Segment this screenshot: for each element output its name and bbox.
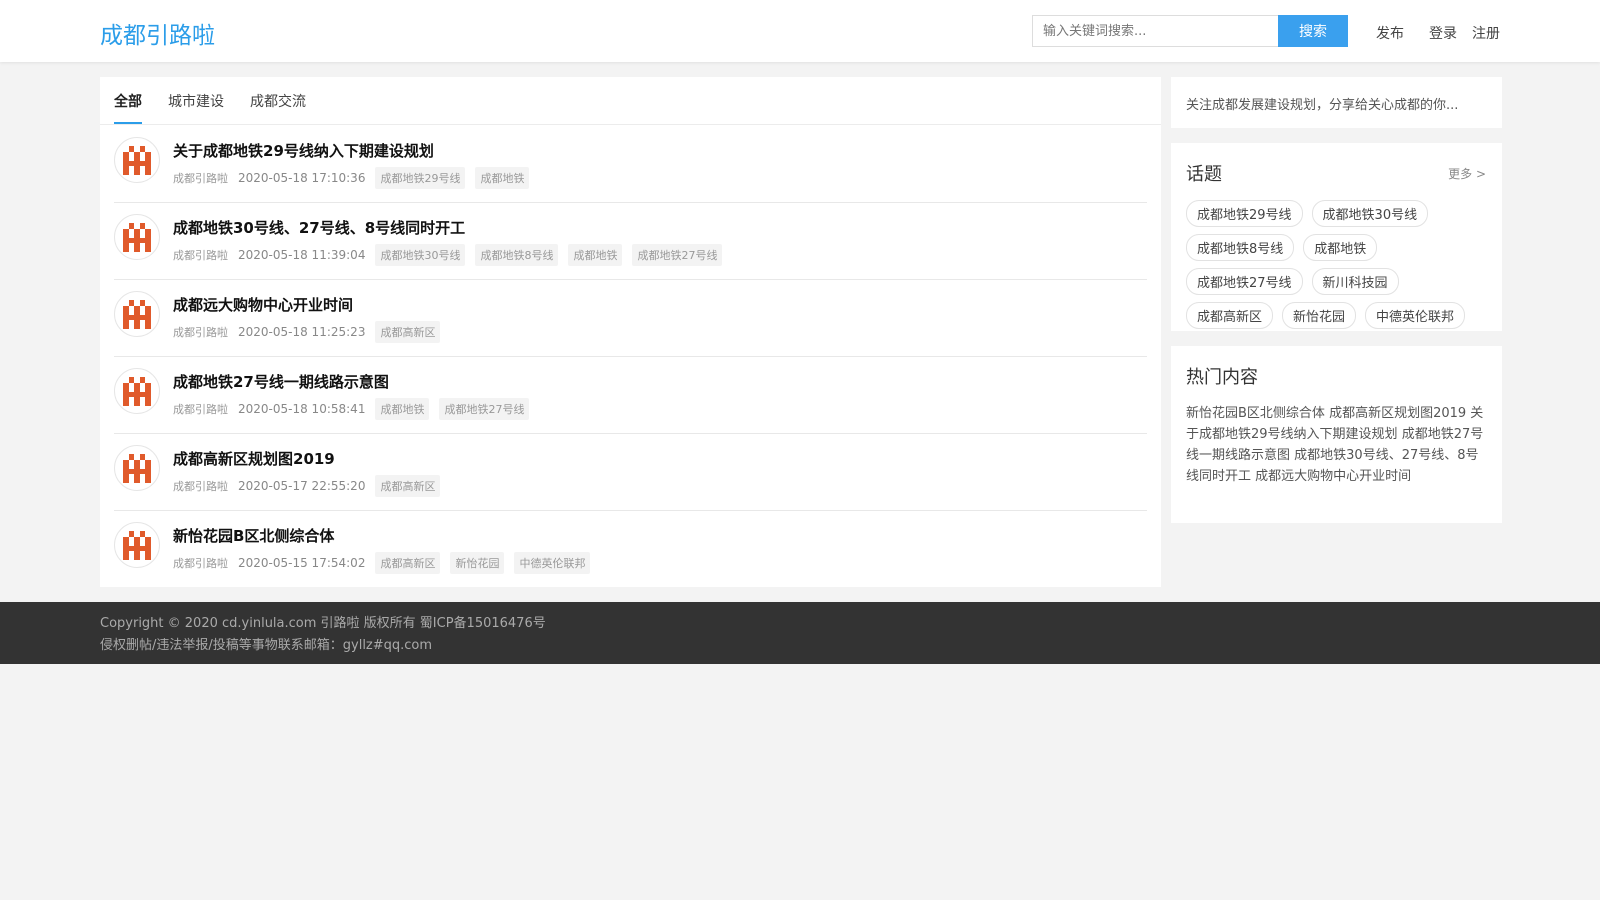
post-tag[interactable]: 成都高新区 [375, 321, 441, 343]
post-list-panel: 全部 城市建设 成都交流 关于成都地铁29号线纳入下期建设规划 成都引路啦 20… [100, 77, 1161, 587]
post-row: 成都地铁27号线一期线路示意图 成都引路啦 2020-05-18 10:58:4… [114, 356, 1147, 434]
tab-all[interactable]: 全部 [114, 91, 142, 124]
post-title[interactable]: 成都远大购物中心开业时间 [173, 294, 353, 315]
tab-chengdu-exchange[interactable]: 成都交流 [250, 91, 306, 122]
post-title[interactable]: 新怡花园B区北侧综合体 [173, 525, 334, 546]
post-tag[interactable]: 成都地铁27号线 [439, 398, 530, 420]
topic-tag[interactable]: 新怡花园 [1282, 302, 1357, 329]
topic-tag[interactable]: 新川科技园 [1311, 268, 1399, 295]
topic-tag[interactable]: 成都地铁27号线 [1186, 268, 1303, 295]
topic-tag[interactable]: 成都高新区 [1186, 302, 1274, 329]
post-meta: 成都引路啦 2020-05-18 17:10:36 成都地铁29号线 成都地铁 [173, 167, 539, 189]
post-author[interactable]: 成都引路啦 [173, 478, 228, 494]
author-avatar[interactable] [114, 291, 160, 337]
hot-content-link[interactable]: 新怡花园B区北侧综合体 [1186, 406, 1325, 421]
post-tag[interactable]: 新怡花园 [450, 552, 505, 574]
post-tag[interactable]: 成都地铁 [475, 167, 530, 189]
post-tag[interactable]: 成都地铁30号线 [375, 244, 466, 266]
post-title[interactable]: 成都高新区规划图2019 [173, 448, 335, 469]
post-tag[interactable]: 成都地铁 [375, 398, 430, 420]
search-input[interactable] [1032, 15, 1278, 47]
post-tag[interactable]: 成都地铁8号线 [475, 244, 559, 266]
register-link[interactable]: 注册 [1472, 23, 1500, 43]
site-intro-box: 关注成都发展建设规划，分享给关心成都的你... [1171, 77, 1502, 128]
topics-box: 话题 更多 > 成都地铁29号线 成都地铁30号线 成都地铁8号线 成都地铁 成… [1171, 143, 1502, 331]
post-meta: 成都引路啦 2020-05-17 22:55:20 成都高新区 [173, 475, 450, 497]
post-meta: 成都引路啦 2020-05-18 11:25:23 成都高新区 [173, 321, 450, 343]
search-bar: 搜索 [1032, 15, 1348, 47]
site-logo-icon [123, 454, 151, 483]
post-author[interactable]: 成都引路啦 [173, 170, 228, 186]
author-avatar[interactable] [114, 522, 160, 568]
post-row: 成都高新区规划图2019 成都引路啦 2020-05-17 22:55:20 成… [114, 433, 1147, 511]
topic-tag[interactable]: 成都地铁 [1303, 234, 1378, 261]
post-tag[interactable]: 成都地铁27号线 [632, 244, 723, 266]
site-logo-icon [123, 531, 151, 560]
post-title[interactable]: 成都地铁30号线、27号线、8号线同时开工 [173, 217, 465, 238]
footer-contact: 侵权删帖/违法举报/投稿等事物联系邮箱：gyllz#qq.com [100, 638, 433, 653]
post-meta: 成都引路啦 2020-05-15 17:54:02 成都高新区 新怡花园 中德英… [173, 552, 600, 574]
hot-content-link[interactable]: 成都远大购物中心开业时间 [1255, 469, 1411, 484]
site-logo-icon [123, 223, 151, 252]
tab-city-construction[interactable]: 城市建设 [168, 91, 224, 122]
site-logo-icon [123, 300, 151, 329]
author-avatar[interactable] [114, 445, 160, 491]
post-meta: 成都引路啦 2020-05-18 11:39:04 成都地铁30号线 成都地铁8… [173, 244, 732, 266]
topic-tag[interactable]: 中德英伦联邦 [1365, 302, 1466, 329]
top-header: 成都引路啦 搜索 发布 登录 注册 [0, 0, 1600, 62]
publish-link[interactable]: 发布 [1376, 23, 1404, 43]
hot-content-link[interactable]: 成都高新区规划图2019 [1329, 406, 1466, 421]
hot-content-heading: 热门内容 [1186, 367, 1258, 388]
category-tabs: 全部 城市建设 成都交流 [100, 77, 1161, 125]
post-time: 2020-05-18 11:25:23 [238, 325, 366, 339]
post-author[interactable]: 成都引路啦 [173, 247, 228, 263]
site-logo-icon [123, 377, 151, 406]
post-tag[interactable]: 成都高新区 [375, 552, 441, 574]
topic-tag[interactable]: 成都地铁29号线 [1186, 200, 1303, 227]
post-title[interactable]: 关于成都地铁29号线纳入下期建设规划 [173, 140, 434, 161]
author-avatar[interactable] [114, 368, 160, 414]
post-meta: 成都引路啦 2020-05-18 10:58:41 成都地铁 成都地铁27号线 [173, 398, 539, 420]
site-description: 关注成都发展建设规划，分享给关心成都的你... [1186, 98, 1459, 113]
topic-list: 成都地铁29号线 成都地铁30号线 成都地铁8号线 成都地铁 成都地铁27号线 … [1186, 200, 1491, 336]
post-author[interactable]: 成都引路啦 [173, 324, 228, 340]
post-tag[interactable]: 成都地铁29号线 [375, 167, 466, 189]
search-button[interactable]: 搜索 [1278, 15, 1348, 47]
hot-content-list: 新怡花园B区北侧综合体 成都高新区规划图2019 关于成都地铁29号线纳入下期建… [1186, 403, 1486, 487]
site-brand[interactable]: 成都引路啦 [100, 16, 215, 50]
post-author[interactable]: 成都引路啦 [173, 401, 228, 417]
post-title[interactable]: 成都地铁27号线一期线路示意图 [173, 371, 389, 392]
topic-tag[interactable]: 成都地铁8号线 [1186, 234, 1295, 261]
post-tag[interactable]: 成都高新区 [375, 475, 441, 497]
topic-tag[interactable]: 成都地铁30号线 [1311, 200, 1429, 227]
post-tag[interactable]: 中德英伦联邦 [514, 552, 591, 574]
author-avatar[interactable] [114, 137, 160, 183]
post-row: 新怡花园B区北侧综合体 成都引路啦 2020-05-15 17:54:02 成都… [114, 510, 1147, 587]
hot-content-box: 热门内容 新怡花园B区北侧综合体 成都高新区规划图2019 关于成都地铁29号线… [1171, 346, 1502, 523]
site-logo-icon [123, 146, 151, 175]
post-time: 2020-05-17 22:55:20 [238, 479, 366, 493]
post-row: 成都远大购物中心开业时间 成都引路啦 2020-05-18 11:25:23 成… [114, 279, 1147, 357]
footer-copyright: Copyright © 2020 cd.yinlula.com 引路啦 版权所有… [100, 616, 546, 631]
post-author[interactable]: 成都引路啦 [173, 555, 228, 571]
post-time: 2020-05-15 17:54:02 [238, 556, 366, 570]
topics-more-link[interactable]: 更多 > [1448, 165, 1486, 182]
post-row: 成都地铁30号线、27号线、8号线同时开工 成都引路啦 2020-05-18 1… [114, 202, 1147, 280]
login-link[interactable]: 登录 [1429, 23, 1457, 43]
topics-heading: 话题 [1186, 164, 1222, 185]
post-time: 2020-05-18 17:10:36 [238, 171, 366, 185]
post-time: 2020-05-18 11:39:04 [238, 248, 366, 262]
page-footer: Copyright © 2020 cd.yinlula.com 引路啦 版权所有… [0, 602, 1600, 664]
post-time: 2020-05-18 10:58:41 [238, 402, 366, 416]
post-tag[interactable]: 成都地铁 [568, 244, 623, 266]
post-row: 关于成都地铁29号线纳入下期建设规划 成都引路啦 2020-05-18 17:1… [114, 125, 1147, 203]
author-avatar[interactable] [114, 214, 160, 260]
